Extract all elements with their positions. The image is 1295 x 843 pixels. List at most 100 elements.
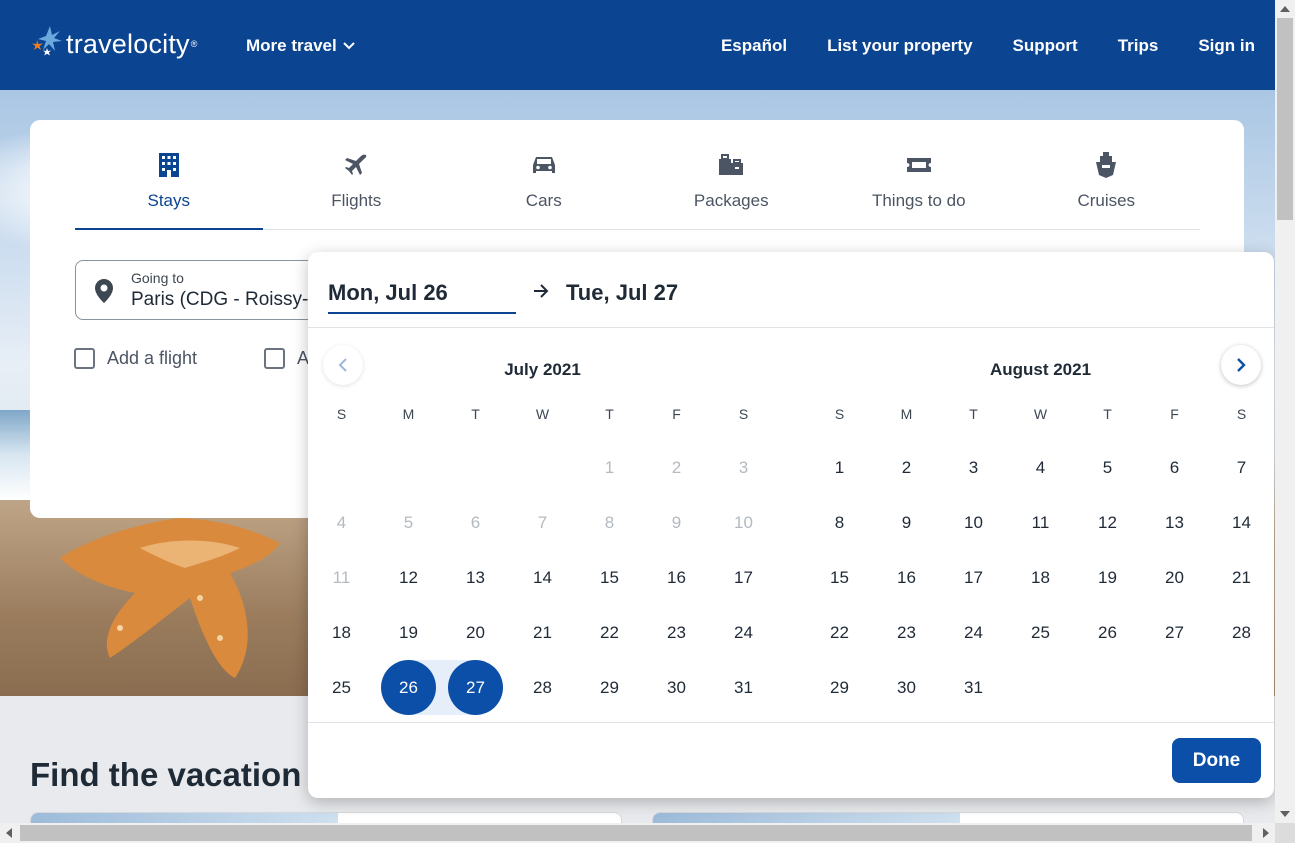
calendar-day[interactable]: 18 bbox=[1007, 550, 1074, 605]
add-flight-label: Add a flight bbox=[107, 348, 198, 368]
add-car-checkbox[interactable] bbox=[264, 348, 285, 369]
calendar-day[interactable]: 23 bbox=[643, 605, 710, 660]
calendar-day[interactable]: 30 bbox=[873, 660, 940, 715]
calendar-day[interactable]: 24 bbox=[710, 605, 777, 660]
calendar-day[interactable]: 18 bbox=[308, 605, 375, 660]
calendar-day[interactable]: 2 bbox=[873, 440, 940, 495]
weekday-label: S bbox=[336, 406, 347, 422]
calendar-day[interactable]: 27 bbox=[1141, 605, 1208, 660]
going-to-field[interactable]: Going to Paris (CDG - Roissy-C bbox=[75, 260, 345, 320]
scrollbar-thumb[interactable] bbox=[20, 825, 1252, 841]
calendar-day[interactable]: 30 bbox=[643, 660, 710, 715]
calendar-day[interactable]: 17 bbox=[710, 550, 777, 605]
vertical-scrollbar[interactable] bbox=[1275, 0, 1295, 823]
header-nav: Español List your property Support Trips… bbox=[721, 36, 1255, 56]
calendar-day: 9 bbox=[671, 512, 682, 532]
calendar-day: 5 bbox=[403, 512, 414, 532]
calendar-day[interactable]: 23 bbox=[873, 605, 940, 660]
horizontal-scrollbar[interactable] bbox=[0, 823, 1275, 843]
calendar-day[interactable]: 13 bbox=[442, 550, 509, 605]
calendar-day[interactable]: 17 bbox=[940, 550, 1007, 605]
calendar-day[interactable]: 13 bbox=[1141, 495, 1208, 550]
calendar-day-selected[interactable]: 26 bbox=[375, 660, 442, 715]
calendar-day[interactable]: 19 bbox=[1074, 550, 1141, 605]
calendar-day[interactable]: 20 bbox=[1141, 550, 1208, 605]
calendar-day[interactable]: 29 bbox=[806, 660, 873, 715]
car-icon bbox=[531, 150, 557, 180]
calendar-day[interactable]: 7 bbox=[1208, 440, 1275, 495]
calendar-day[interactable]: 16 bbox=[873, 550, 940, 605]
calendar-day[interactable]: 19 bbox=[375, 605, 442, 660]
done-button[interactable]: Done bbox=[1172, 738, 1261, 783]
plane-icon bbox=[343, 150, 369, 180]
calendar-day[interactable]: 22 bbox=[576, 605, 643, 660]
nav-sign-in-link[interactable]: Sign in bbox=[1198, 36, 1255, 56]
calendar-day: 10 bbox=[734, 512, 753, 532]
nav-support-link[interactable]: Support bbox=[1013, 36, 1078, 56]
check-out-date[interactable]: Tue, Jul 27 bbox=[566, 280, 678, 306]
tab-label: Packages bbox=[693, 191, 769, 210]
scroll-right-icon[interactable] bbox=[1263, 828, 1269, 838]
calendar-day[interactable]: 21 bbox=[509, 605, 576, 660]
tab-flights[interactable]: Flights bbox=[263, 120, 451, 229]
nav-list-property-link[interactable]: List your property bbox=[827, 36, 972, 56]
logo-star-icon bbox=[30, 24, 66, 64]
travelocity-logo[interactable]: travelocity ® bbox=[30, 24, 197, 64]
scroll-down-icon[interactable] bbox=[1280, 811, 1290, 817]
month-july: July 2021 SMTWTFS 1 2 3 4 5 6 7 8 9 10 11 12 13 14 15 1… bbox=[308, 360, 777, 715]
calendar-day[interactable]: 12 bbox=[1074, 495, 1141, 550]
tab-things-to-do[interactable]: Things to do bbox=[825, 120, 1013, 229]
calendar-day[interactable]: 25 bbox=[308, 660, 375, 715]
nav-trips-link[interactable]: Trips bbox=[1118, 36, 1159, 56]
add-flight-checkbox[interactable] bbox=[74, 348, 95, 369]
calendar-day: 6 bbox=[470, 512, 481, 532]
calendar-day[interactable]: 28 bbox=[509, 660, 576, 715]
calendar-day[interactable]: 14 bbox=[509, 550, 576, 605]
calendar-day[interactable]: 25 bbox=[1007, 605, 1074, 660]
calendar-day[interactable]: 26 bbox=[1074, 605, 1141, 660]
calendar-day[interactable]: 3 bbox=[940, 440, 1007, 495]
nav-espanol-link[interactable]: Español bbox=[721, 36, 787, 56]
calendar-day[interactable]: 12 bbox=[375, 550, 442, 605]
logo-trademark: ® bbox=[190, 39, 198, 49]
calendar-day[interactable]: 15 bbox=[576, 550, 643, 605]
tab-cars[interactable]: Cars bbox=[450, 120, 638, 229]
tab-cruises[interactable]: Cruises bbox=[1013, 120, 1201, 229]
calendar-day[interactable]: 5 bbox=[1074, 440, 1141, 495]
add-car-option[interactable]: A bbox=[264, 348, 309, 369]
calendar-day[interactable]: 1 bbox=[806, 440, 873, 495]
tab-stays[interactable]: Stays bbox=[75, 120, 263, 230]
calendar-day[interactable]: 16 bbox=[643, 550, 710, 605]
section-title: Find the vacation bbox=[30, 756, 302, 793]
add-flight-option[interactable]: Add a flight bbox=[74, 348, 197, 369]
weekday-label: M bbox=[402, 406, 415, 422]
calendar-day[interactable]: 14 bbox=[1208, 495, 1275, 550]
calendar-day[interactable]: 9 bbox=[873, 495, 940, 550]
more-travel-menu[interactable]: More travel bbox=[246, 36, 355, 56]
check-in-date[interactable]: Mon, Jul 26 bbox=[328, 280, 516, 314]
calendar-day[interactable]: 31 bbox=[710, 660, 777, 715]
calendar-day[interactable]: 31 bbox=[940, 660, 1007, 715]
calendar-day[interactable]: 28 bbox=[1208, 605, 1275, 660]
calendar-day[interactable]: 4 bbox=[1007, 440, 1074, 495]
tab-packages[interactable]: Packages bbox=[638, 120, 826, 229]
site-header: travelocity ® More travel Español List yo… bbox=[0, 0, 1275, 90]
calendar-day[interactable]: 10 bbox=[940, 495, 1007, 550]
tab-label: Cruises bbox=[1077, 191, 1136, 210]
calendar-day-selected[interactable]: 27 bbox=[442, 660, 509, 715]
weekday-label: S bbox=[1236, 406, 1247, 422]
chevron-down-icon bbox=[342, 42, 355, 50]
calendar-day[interactable]: 6 bbox=[1141, 440, 1208, 495]
calendar-day[interactable]: 21 bbox=[1208, 550, 1275, 605]
calendar-day[interactable]: 15 bbox=[806, 550, 873, 605]
calendar-day[interactable]: 8 bbox=[806, 495, 873, 550]
weekday-label: S bbox=[834, 406, 845, 422]
scroll-up-icon[interactable] bbox=[1280, 6, 1290, 12]
calendar-day[interactable]: 29 bbox=[576, 660, 643, 715]
scroll-left-icon[interactable] bbox=[6, 828, 12, 838]
calendar-day[interactable]: 11 bbox=[1007, 495, 1074, 550]
calendar-day[interactable]: 22 bbox=[806, 605, 873, 660]
calendar-day[interactable]: 24 bbox=[940, 605, 1007, 660]
scrollbar-thumb[interactable] bbox=[1277, 18, 1293, 220]
calendar-day[interactable]: 20 bbox=[442, 605, 509, 660]
